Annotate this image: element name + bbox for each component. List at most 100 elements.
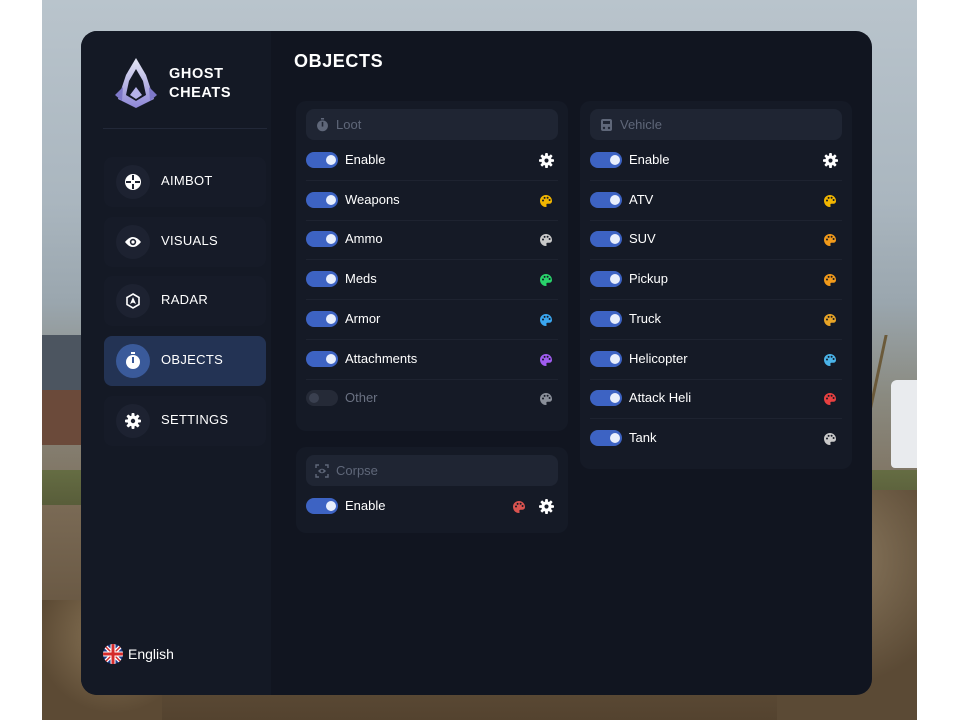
vehicle-toggle-attack-heli[interactable] (590, 390, 622, 407)
option-label: Enable (345, 498, 386, 513)
sidebar-item-visuals[interactable]: VISUALS (104, 217, 266, 267)
vehicle-row-truck: Truck (590, 300, 842, 340)
radar-icon (126, 293, 140, 309)
loot-row-other: Other (306, 379, 558, 418)
loot-row-ammo: Ammo (306, 220, 558, 261)
toggle-knob (610, 234, 620, 245)
uk-flag-icon (103, 644, 123, 664)
sidebar: GHOST CHEATS AIMBOT VISUALS RADAR OBJECT… (81, 31, 271, 695)
toggle-knob (309, 393, 319, 404)
toggle-knob (326, 155, 336, 165)
loot-row-enable: Enable (306, 141, 558, 181)
loot-row-attachments: Attachments (306, 340, 558, 380)
sidebar-item-label: OBJECTS (161, 352, 224, 367)
vehicle-card-title: Vehicle (620, 117, 662, 132)
option-label: Meds (345, 271, 377, 287)
option-label: Attack Heli (629, 390, 692, 406)
brand-line-2: CHEATS (169, 85, 232, 101)
corpse-card-title: Corpse (336, 463, 378, 478)
option-label: Other (345, 390, 378, 406)
option-label: Helicopter (629, 350, 688, 366)
option-label: Ammo (345, 231, 383, 247)
loot-toggle-enable[interactable] (306, 152, 338, 168)
color-palette-icon[interactable] (823, 352, 837, 366)
sidebar-item-objects[interactable]: OBJECTS (104, 336, 266, 386)
sidebar-item-label: AIMBOT (161, 173, 213, 188)
vehicle-toggle-atv[interactable] (590, 191, 622, 208)
toggle-knob (610, 353, 620, 364)
corpse-card-header: Corpse (306, 455, 558, 486)
toggle-knob (326, 501, 336, 511)
gear-icon[interactable] (539, 153, 554, 168)
color-palette-icon[interactable] (823, 312, 837, 326)
vehicle-row-attack-heli: Attack Heli (590, 379, 842, 420)
brand-logo: GHOST CHEATS (103, 43, 267, 129)
cheat-menu-panel: GHOST CHEATS AIMBOT VISUALS RADAR OBJECT… (81, 31, 872, 695)
loot-toggle-ammo[interactable] (306, 231, 338, 248)
sidebar-item-label: RADAR (161, 292, 209, 307)
sidebar-divider (103, 128, 267, 129)
gear-icon[interactable] (823, 153, 838, 168)
option-label: Enable (345, 152, 386, 167)
sidebar-item-settings[interactable]: SETTINGS (104, 396, 266, 446)
loot-card-title: Loot (336, 117, 362, 132)
color-palette-icon[interactable] (823, 391, 837, 406)
vehicle-toggle-helicopter[interactable] (590, 350, 622, 367)
toggle-knob (610, 274, 620, 285)
brand-line-1: GHOST (169, 66, 224, 82)
vehicle-row-tank: Tank (590, 419, 842, 458)
toggle-knob (326, 353, 336, 364)
color-palette-icon[interactable] (539, 312, 553, 326)
language-selector[interactable]: English (103, 643, 174, 665)
color-palette-icon[interactable] (539, 352, 553, 366)
vehicle-row-helicopter: Helicopter (590, 340, 842, 380)
option-label: ATV (629, 191, 654, 207)
loot-card: Loot Enable Weapons Ammo Meds Armor Attachmen… (296, 101, 568, 431)
toggle-knob (326, 313, 336, 324)
sidebar-item-radar[interactable]: RADAR (104, 276, 266, 326)
option-label: Armor (345, 310, 381, 326)
sidebar-item-aimbot[interactable]: AIMBOT (104, 157, 266, 207)
vehicle-row-pickup: Pickup (590, 260, 842, 301)
color-palette-icon[interactable] (539, 272, 553, 287)
vehicle-toggle-pickup[interactable] (590, 271, 622, 288)
option-label: Weapons (345, 191, 400, 207)
color-palette-icon[interactable] (539, 232, 553, 247)
color-palette-icon[interactable] (823, 193, 837, 207)
vehicle-toggle-tank[interactable] (590, 429, 622, 446)
toggle-knob (610, 432, 620, 443)
page-title: OBJECTS (294, 51, 384, 71)
color-palette-icon[interactable] (823, 431, 837, 445)
color-palette-icon[interactable] (823, 272, 837, 287)
toggle-knob (326, 274, 336, 285)
sidebar-item-label: SETTINGS (161, 412, 229, 427)
gear-icon[interactable] (539, 499, 554, 514)
eye-scan-icon (315, 463, 329, 478)
sidebar-item-label: VISUALS (161, 233, 219, 248)
color-palette-icon[interactable] (539, 193, 553, 207)
color-palette-icon[interactable] (823, 232, 837, 247)
option-label: Tank (629, 429, 657, 445)
vehicle-toggle-enable[interactable] (590, 152, 622, 168)
corpse-row-enable: Enable (306, 487, 558, 526)
crosshair-icon (125, 174, 141, 190)
color-palette-icon[interactable] (512, 499, 526, 513)
loot-row-meds: Meds (306, 260, 558, 301)
timer-icon (316, 117, 328, 131)
toggle-knob (610, 393, 620, 404)
loot-toggle-other[interactable] (306, 390, 338, 407)
option-label: Attachments (345, 350, 418, 366)
vehicle-toggle-truck[interactable] (590, 310, 622, 327)
corpse-toggle-enable[interactable] (306, 498, 338, 514)
loot-toggle-armor[interactable] (306, 310, 338, 327)
vehicle-row-atv: ATV (590, 181, 842, 221)
vehicle-toggle-suv[interactable] (590, 231, 622, 248)
timer-icon (126, 352, 140, 369)
toggle-knob (326, 234, 336, 245)
loot-toggle-attachments[interactable] (306, 350, 338, 367)
color-palette-icon[interactable] (539, 391, 553, 406)
loot-toggle-weapons[interactable] (306, 191, 338, 208)
vehicle-card: Vehicle Enable ATV SUV Pickup Truck Helicopte… (580, 101, 852, 469)
loot-toggle-meds[interactable] (306, 271, 338, 288)
corpse-card: Corpse Enable (296, 447, 568, 533)
